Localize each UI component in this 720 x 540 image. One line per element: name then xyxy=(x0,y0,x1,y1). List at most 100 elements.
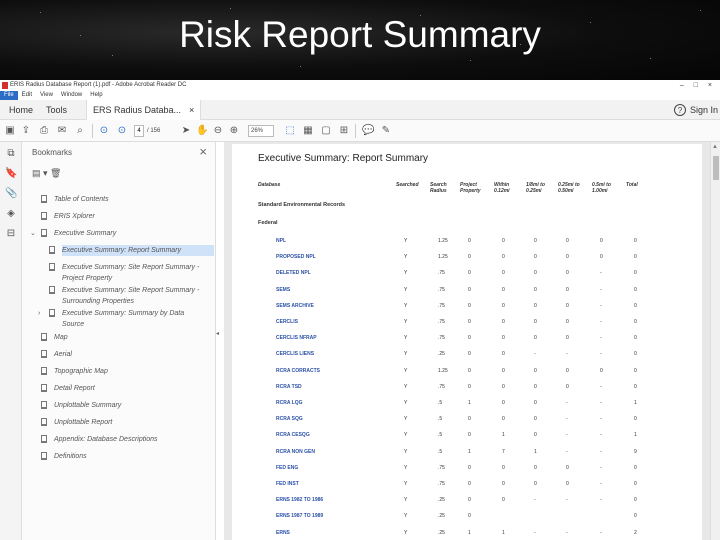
bookmark-item[interactable]: Executive Summary: Site Report Summary -… xyxy=(49,262,199,284)
chevron-right-icon[interactable]: › xyxy=(38,308,40,319)
database-link[interactable]: ERNS xyxy=(276,530,290,536)
page-number-input[interactable]: 4 xyxy=(134,125,144,137)
database-link[interactable]: RCRA NON GEN xyxy=(276,449,315,455)
close-icon[interactable]: × xyxy=(199,144,207,159)
database-link[interactable]: RCRA TSD xyxy=(276,384,302,390)
database-link[interactable]: RCRA LQG xyxy=(276,400,302,406)
database-link[interactable]: DELETED NPL xyxy=(276,270,311,276)
column-header: Searched xyxy=(396,182,419,188)
subsection-heading: Federal xyxy=(258,220,278,226)
help-icon[interactable]: ? xyxy=(674,104,686,116)
stamp-icon[interactable]: ⊞ xyxy=(338,125,350,137)
bookmark-item[interactable]: Unplottable Report xyxy=(41,417,112,428)
database-link[interactable]: ERNS 1987 TO 1989 xyxy=(276,513,323,519)
tab-home[interactable]: Home xyxy=(9,100,33,120)
menu-help[interactable]: Help xyxy=(86,91,106,100)
table-cell: 0 xyxy=(468,270,471,277)
database-link[interactable]: CERCLIS LIENS xyxy=(276,351,314,357)
comment-icon[interactable]: 💬 xyxy=(362,125,374,137)
table-cell: 0 xyxy=(634,238,637,244)
layers-icon[interactable]: ◈ xyxy=(5,208,17,220)
bookmark-item-selected[interactable]: Executive Summary: Report Summary xyxy=(49,245,214,256)
bookmark-icon xyxy=(41,212,47,220)
bookmark-item[interactable]: Executive Summary: Site Report Summary -… xyxy=(49,285,199,307)
database-link[interactable]: ERNS 1982 TO 1986 xyxy=(276,497,323,503)
database-link[interactable]: RCRA CORRACTS xyxy=(276,368,320,374)
database-link[interactable]: SEMS ARCHIVE xyxy=(276,303,314,309)
tab-document[interactable]: ERS Radius Databa... × xyxy=(86,100,202,120)
email-icon[interactable]: ✉ xyxy=(56,125,68,137)
table-cell: 0 xyxy=(634,464,637,471)
table-cell: 0 xyxy=(634,416,637,423)
bookmark-item[interactable]: Definitions xyxy=(41,451,87,462)
table-cell: .5 xyxy=(438,448,443,455)
tab-close-icon[interactable]: × xyxy=(189,105,194,115)
bookmark-item[interactable]: Aerial xyxy=(41,349,72,360)
search-icon[interactable]: ⌕ xyxy=(74,125,86,137)
table-cell: 0 xyxy=(566,254,569,261)
scroll-mode-icon[interactable]: ▦ xyxy=(302,125,314,137)
upload-icon[interactable]: ⇪ xyxy=(20,125,32,137)
bookmark-icon[interactable]: 🔖 xyxy=(5,168,17,180)
column-header: 0.50mi xyxy=(558,188,574,194)
attachment-icon[interactable]: 📎 xyxy=(5,188,17,200)
menu-file[interactable]: File xyxy=(0,91,18,100)
bookmark-item[interactable]: ERIS Xplorer xyxy=(41,211,95,222)
column-header: Radius xyxy=(430,188,447,194)
document-viewport[interactable]: Executive Summary: Report Summary Databa… xyxy=(224,142,710,540)
pen-icon[interactable]: ✎ xyxy=(380,125,392,137)
bookmark-item[interactable]: Unplottable Summary xyxy=(41,400,121,411)
rotate-icon[interactable]: ▢ xyxy=(320,125,332,137)
bookmark-item[interactable]: Topographic Map xyxy=(41,366,108,377)
table-cell: - xyxy=(600,497,602,504)
collapse-panel-icon[interactable]: ◂ xyxy=(216,330,219,337)
vertical-scrollbar[interactable]: ▲ xyxy=(710,142,720,540)
bookmark-item[interactable]: Table of Contents xyxy=(41,194,109,205)
chevron-down-icon[interactable]: ⌄ xyxy=(30,228,36,239)
database-link[interactable]: RCRA CESQG xyxy=(276,432,310,438)
content-tree-icon[interactable]: ⊟ xyxy=(5,228,17,240)
window-controls[interactable]: – □ × xyxy=(680,80,716,91)
table-cell: 0 xyxy=(468,302,471,309)
print-icon[interactable]: ⎙ xyxy=(38,125,50,137)
database-link[interactable]: CERCLIS xyxy=(276,319,298,325)
page-thumbnails-icon[interactable]: ⧉ xyxy=(5,148,17,160)
bookmarks-title: Bookmarks xyxy=(32,148,73,157)
database-link[interactable]: PROPOSED NPL xyxy=(276,254,316,260)
database-link[interactable]: CERCLIS NFRAP xyxy=(276,335,317,341)
menu-edit[interactable]: Edit xyxy=(18,91,36,100)
bookmark-item[interactable]: Map xyxy=(41,332,68,343)
zoom-in-icon[interactable]: ⊕ xyxy=(228,125,240,137)
table-cell: 1 xyxy=(502,432,505,439)
bookmark-item[interactable]: Detail Report xyxy=(41,383,95,394)
hand-tool-icon[interactable]: ✋ xyxy=(196,125,208,137)
fit-page-icon[interactable]: ⬚ xyxy=(284,125,296,137)
menu-view[interactable]: View xyxy=(36,91,57,100)
table-cell: 0 xyxy=(634,302,637,309)
tab-tools[interactable]: Tools xyxy=(46,100,67,120)
bookmark-item[interactable]: Appendix: Database Descriptions xyxy=(41,434,158,445)
menu-window[interactable]: Window xyxy=(57,91,86,100)
database-link[interactable]: FED ENG xyxy=(276,465,298,471)
database-link[interactable]: RCRA SQG xyxy=(276,416,303,422)
table-cell: 0 xyxy=(634,351,637,358)
next-page-icon[interactable]: ⊙ xyxy=(116,125,128,137)
database-link[interactable]: FED INST xyxy=(276,481,299,487)
database-link[interactable]: SEMS xyxy=(276,287,290,293)
prev-page-icon[interactable]: ⊙ xyxy=(98,125,110,137)
zoom-out-icon[interactable]: ⊖ xyxy=(212,125,224,137)
scroll-thumb[interactable] xyxy=(713,156,719,180)
table-cell: 0 xyxy=(634,254,637,261)
bookmark-options-menu[interactable]: ▤ ▾ 🗑 xyxy=(32,168,61,179)
tab-bar: Home Tools ERS Radius Databa... × ? Sign … xyxy=(0,100,720,120)
table-cell: 0 xyxy=(600,254,603,261)
zoom-level-select[interactable]: 26% xyxy=(248,125,274,137)
table-cell: 0 xyxy=(534,383,537,390)
bookmark-item[interactable]: ⌄ Executive Summary xyxy=(30,228,116,239)
scroll-up-icon[interactable]: ▲ xyxy=(712,144,718,150)
sign-in-link[interactable]: Sign In xyxy=(690,100,718,120)
save-icon[interactable]: ▣ xyxy=(4,125,16,137)
select-arrow-icon[interactable]: ➤ xyxy=(180,125,192,137)
database-link[interactable]: NPL xyxy=(276,238,286,244)
bookmark-item[interactable]: › Executive Summary: Summary by Data Sourc… xyxy=(38,308,184,330)
